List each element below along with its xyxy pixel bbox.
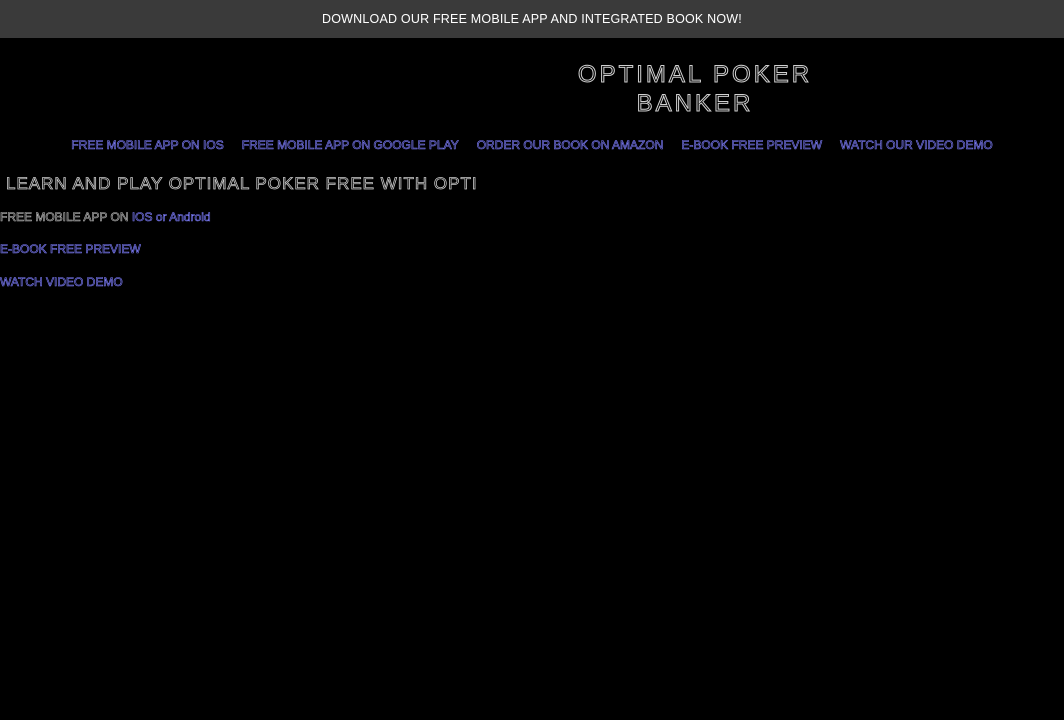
- site-title[interactable]: OPTIMAL POKER BANKER: [560, 60, 830, 118]
- android-app-link[interactable]: Android: [169, 210, 211, 225]
- site-title-line-2: BANKER: [636, 90, 754, 118]
- site-title-line-1: OPTIMAL POKER: [577, 61, 813, 89]
- banner-text: DOWNLOAD OUR FREE MOBILE APP AND INTEGRA…: [322, 12, 742, 26]
- nav-link-amazon-book[interactable]: ORDER OUR BOOK ON AMAZON: [476, 136, 663, 154]
- main-navigation: FREE MOBILE APP ON IOS FREE MOBILE APP O…: [0, 136, 1064, 154]
- video-demo-link[interactable]: WATCH VIDEO DEMO: [0, 275, 123, 290]
- nav-link-google-play-app[interactable]: FREE MOBILE APP ON GOOGLE PLAY: [241, 136, 459, 154]
- page-heading: LEARN AND PLAY OPTIMAL POKER FREE WITH O…: [6, 174, 478, 194]
- or-separator: or: [152, 210, 170, 225]
- nav-link-video-demo[interactable]: WATCH OUR VIDEO DEMO: [840, 136, 993, 154]
- top-announcement-banner: DOWNLOAD OUR FREE MOBILE APP AND INTEGRA…: [0, 0, 1064, 38]
- nav-link-ebook-preview[interactable]: E-BOOK FREE PREVIEW: [681, 136, 822, 154]
- ebook-preview-link[interactable]: E-BOOK FREE PREVIEW: [0, 242, 141, 257]
- ios-app-link[interactable]: IOS: [132, 210, 153, 225]
- video-line: WATCH VIDEO DEMO: [0, 274, 123, 290]
- mobile-app-line: FREE MOBILE APP ON IOS or Android: [0, 209, 211, 225]
- mobile-app-prefix: FREE MOBILE APP ON: [0, 210, 132, 225]
- ebook-line: E-BOOK FREE PREVIEW: [0, 241, 141, 257]
- nav-link-ios-app[interactable]: FREE MOBILE APP ON IOS: [71, 136, 224, 154]
